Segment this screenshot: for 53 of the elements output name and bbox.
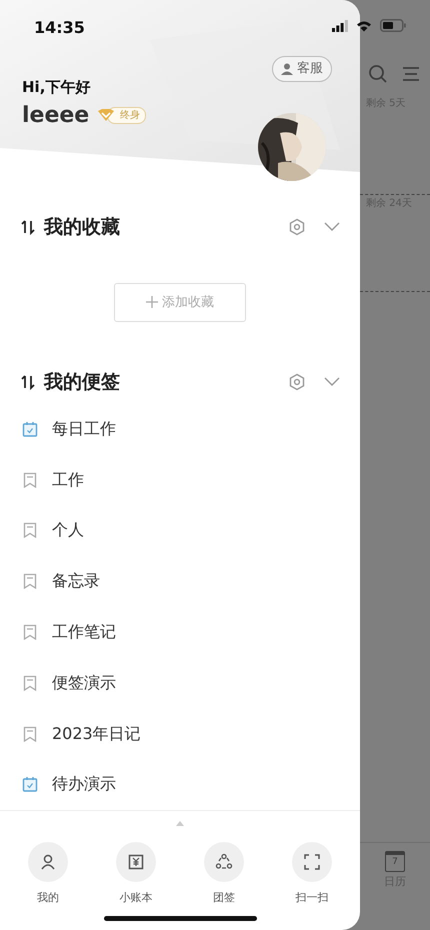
note-title: 便签演示 — [52, 672, 116, 694]
note-row[interactable]: 备忘录 — [0, 556, 360, 607]
note-row[interactable]: 工作笔记 — [0, 606, 360, 658]
group-icon — [215, 852, 233, 871]
note-title: 每日工作 — [52, 418, 116, 440]
chevron-down-icon[interactable] — [324, 376, 340, 387]
note-title: 工作笔记 — [52, 620, 116, 643]
note-row[interactable]: 个人 — [0, 505, 360, 556]
bookmark-icon — [22, 573, 38, 590]
note-row[interactable]: 便签演示 — [0, 657, 360, 708]
nav-button[interactable]: 小账本 — [92, 842, 180, 906]
signal-icon — [332, 20, 348, 32]
greeting-text: Hi,下午好 — [22, 77, 92, 98]
bookmark-icon — [22, 624, 38, 640]
settings-icon[interactable] — [288, 218, 306, 236]
yen-icon — [127, 852, 145, 871]
bookmark-icon — [22, 472, 38, 488]
caret-up-icon — [176, 820, 184, 826]
nav-button[interactable]: 我的 — [4, 842, 92, 906]
section-title: 我的收藏 — [44, 214, 121, 240]
note-row[interactable]: 每日工作 — [0, 404, 360, 454]
section-title: 我的便签 — [44, 370, 121, 395]
bookmark-icon — [22, 726, 38, 742]
chevron-down-icon[interactable] — [324, 222, 340, 232]
username: leeee — [22, 102, 90, 130]
nav-button[interactable]: 扫一扫 — [268, 842, 356, 906]
person-icon — [281, 62, 293, 75]
note-row[interactable]: 2023年日记 — [0, 708, 360, 759]
wifi-icon — [356, 20, 372, 32]
bookmark-icon — [22, 522, 38, 538]
note-title: 待办演示 — [52, 773, 116, 796]
search-icon[interactable] — [368, 64, 388, 84]
calendar-check-icon — [22, 776, 38, 792]
sort-icon — [20, 374, 36, 390]
customer-service-button[interactable]: 客服 — [272, 56, 332, 82]
battery-icon — [380, 19, 406, 32]
calendar-check-icon — [22, 420, 38, 437]
plus-icon — [146, 296, 158, 308]
note-title: 工作 — [52, 468, 84, 491]
note-title: 个人 — [52, 519, 84, 542]
menu-icon[interactable] — [402, 66, 420, 82]
bookmark-icon — [22, 674, 38, 691]
nav-button[interactable]: 团签 — [180, 842, 268, 906]
sort-icon — [20, 218, 36, 235]
note-title: 2023年日记 — [52, 722, 141, 744]
settings-icon[interactable] — [288, 372, 306, 391]
person-icon — [39, 852, 57, 871]
note-title: 备忘录 — [52, 570, 100, 592]
calendar-day: 7 — [392, 858, 398, 867]
status-time: 14:35 — [34, 17, 85, 39]
note-row[interactable]: 待办演示 — [0, 758, 360, 810]
note-row[interactable]: 工作 — [0, 454, 360, 506]
scan-icon — [303, 852, 321, 871]
